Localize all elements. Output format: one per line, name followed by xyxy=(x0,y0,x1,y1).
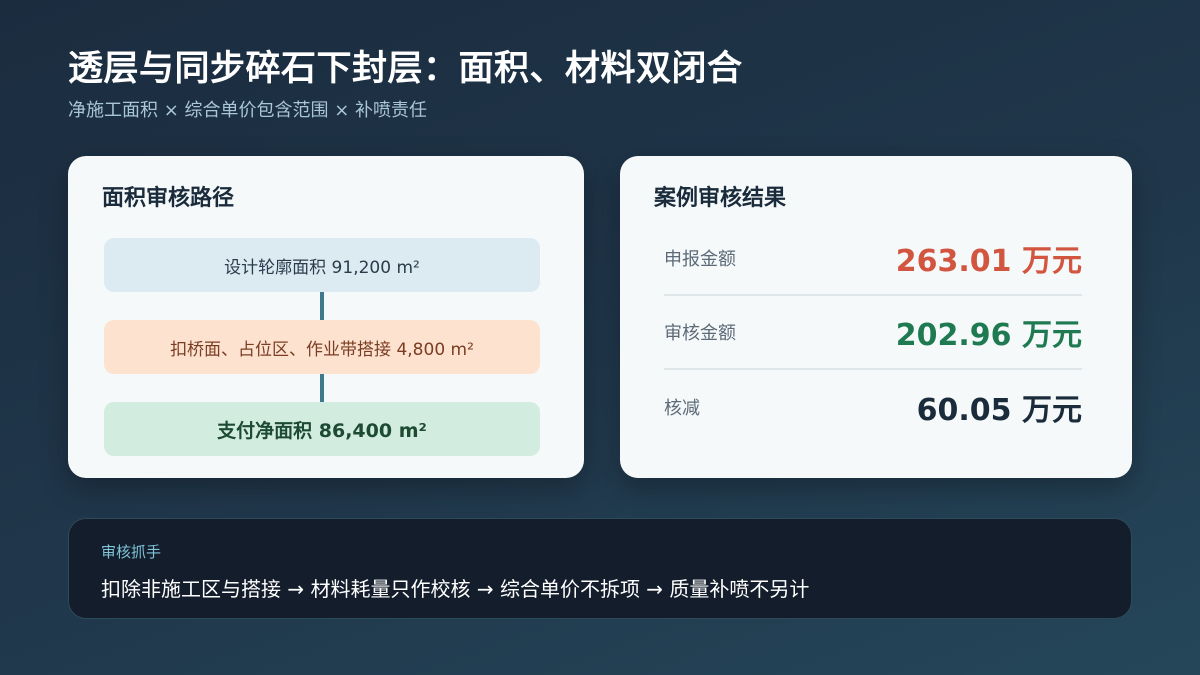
approved-amount-value: 202.96 万元 xyxy=(895,318,1082,353)
deduction-step: 扣桥面、占位区、作业带搭接 4,800 m² xyxy=(104,320,540,374)
review-result-title: 案例审核结果 xyxy=(654,186,787,211)
step-connector xyxy=(320,292,324,320)
page-subtitle: 净施工面积 × 综合单价包含范围 × 补喷责任 xyxy=(68,100,428,121)
approved-amount-row: 审核金额 202.96 万元 xyxy=(664,296,1082,370)
reduction-label: 核减 xyxy=(664,398,700,419)
area-review-card: 面积审核路径 设计轮廓面积 91,200 m² 扣桥面、占位区、作业带搭接 4,… xyxy=(68,156,584,478)
area-review-title: 面积审核路径 xyxy=(102,186,235,211)
review-key-points-panel: 审核抓手 扣除非施工区与搭接 → 材料耗量只作校核 → 综合单价不拆项 → 质量… xyxy=(68,518,1132,619)
declared-amount-row: 申报金额 263.01 万元 xyxy=(664,222,1082,296)
page-title: 透层与同步碎石下封层：面积、材料双闭合 xyxy=(68,49,743,89)
reduction-value: 60.05 万元 xyxy=(916,393,1082,428)
review-key-points-text: 扣除非施工区与搭接 → 材料耗量只作校核 → 综合单价不拆项 → 质量补喷不另计 xyxy=(101,577,810,601)
declared-amount-value: 263.01 万元 xyxy=(895,244,1082,279)
review-result-card: 案例审核结果 申报金额 263.01 万元 审核金额 202.96 万元 核减 … xyxy=(620,156,1132,478)
declared-amount-label: 申报金额 xyxy=(664,249,736,270)
design-area-step: 设计轮廓面积 91,200 m² xyxy=(104,238,540,292)
approved-amount-label: 审核金额 xyxy=(664,323,736,344)
reduction-row: 核减 60.05 万元 xyxy=(664,370,1082,444)
review-key-points-label: 审核抓手 xyxy=(101,543,162,561)
net-area-step: 支付净面积 86,400 m² xyxy=(104,402,540,456)
step-connector xyxy=(320,374,324,402)
